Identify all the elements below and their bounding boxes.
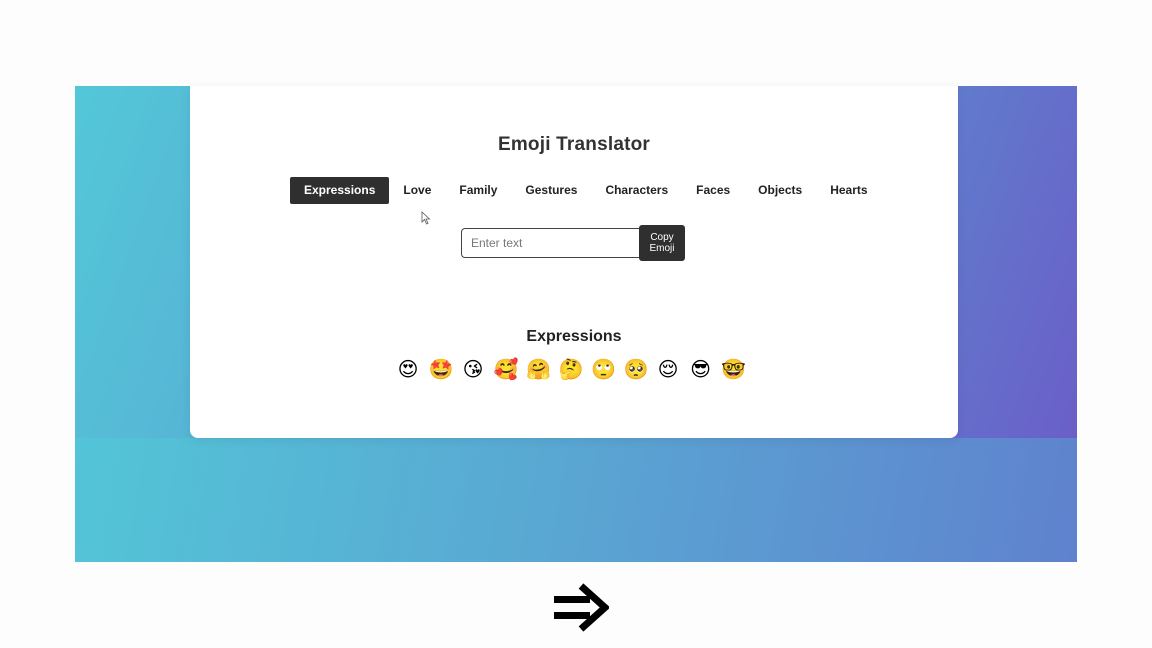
copy-emoji-button-label-line1: Copy [650, 232, 674, 243]
tab-family[interactable]: Family [445, 177, 511, 204]
tab-characters[interactable]: Characters [591, 177, 682, 204]
section-title: Expressions [526, 328, 622, 345]
emoji-item[interactable]: 😌 [656, 358, 680, 382]
double-right-arrow-icon [554, 583, 609, 632]
tab-faces[interactable]: Faces [682, 177, 744, 204]
emoji-item[interactable]: 🤓 [721, 358, 746, 382]
translator-card: Emoji Translator Expressions Love Family… [190, 86, 958, 438]
copy-emoji-button[interactable]: Copy Emoji [639, 225, 685, 261]
tab-objects[interactable]: Objects [744, 177, 816, 204]
emoji-item[interactable]: 🤗 [526, 358, 551, 382]
emoji-item[interactable]: 🥰 [494, 358, 519, 382]
tab-hearts[interactable]: Hearts [816, 177, 881, 204]
gradient-background-bottom [75, 438, 1077, 562]
tab-expressions[interactable]: Expressions [290, 177, 390, 204]
text-input[interactable] [461, 228, 648, 258]
category-tabs: Expressions Love Family Gestures Charact… [290, 177, 882, 204]
mouse-pointer-icon [421, 211, 431, 225]
emoji-item[interactable]: 🤔 [559, 358, 584, 382]
emoji-item[interactable]: 🥺 [624, 358, 649, 382]
emoji-list: 😍 🤩 😘 🥰 🤗 🤔 🙄 🥺 😌 😎 🤓 [396, 358, 746, 382]
emoji-item[interactable]: 😎 [689, 358, 713, 382]
tab-gestures[interactable]: Gestures [511, 177, 591, 204]
emoji-item[interactable]: 🤩 [429, 358, 454, 382]
tab-love[interactable]: Love [389, 177, 445, 204]
copy-emoji-button-label-line2: Emoji [649, 243, 675, 254]
emoji-item[interactable]: 😍 [396, 358, 420, 382]
page-title: Emoji Translator [497, 134, 651, 155]
emoji-item[interactable]: 🙄 [591, 358, 616, 382]
stage: Emoji Translator Expressions Love Family… [0, 0, 1152, 648]
emoji-item[interactable]: 😘 [461, 358, 485, 382]
